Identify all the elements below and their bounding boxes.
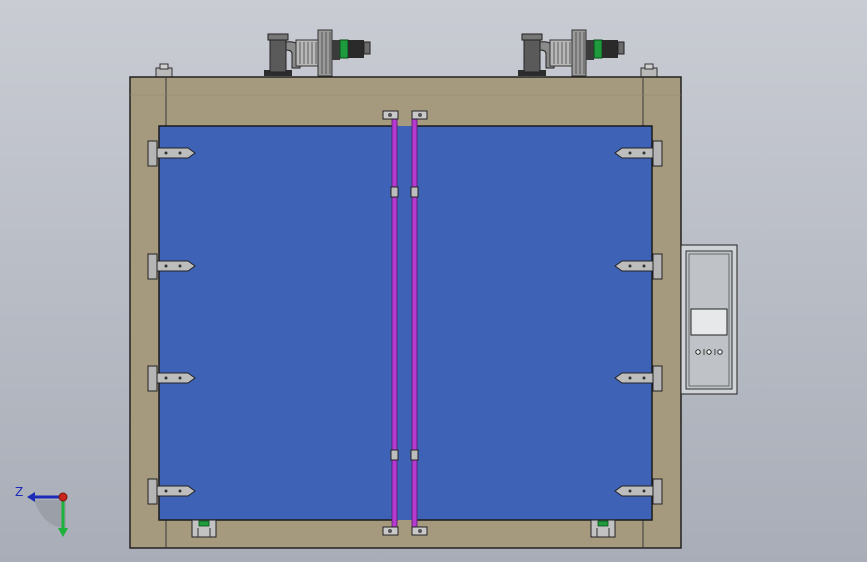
door-seal-right [411, 117, 418, 529]
lifting-lug-left [155, 63, 173, 78]
door-center-gap [397, 126, 413, 520]
door-seal-left [391, 117, 398, 529]
z-axis-label: Z [15, 485, 23, 499]
origin-dot [58, 492, 68, 502]
blower-fan-left [264, 29, 371, 77]
door-right[interactable] [412, 125, 653, 521]
rail-stop-right [590, 519, 616, 538]
rail-stop-left [191, 519, 217, 538]
control-display [690, 308, 728, 336]
lifting-lug-right [640, 63, 658, 78]
orientation-triad: Z [15, 485, 68, 537]
door-left[interactable] [158, 125, 398, 521]
cad-viewport[interactable]: Z [0, 0, 867, 562]
blower-fan-right [518, 29, 625, 77]
